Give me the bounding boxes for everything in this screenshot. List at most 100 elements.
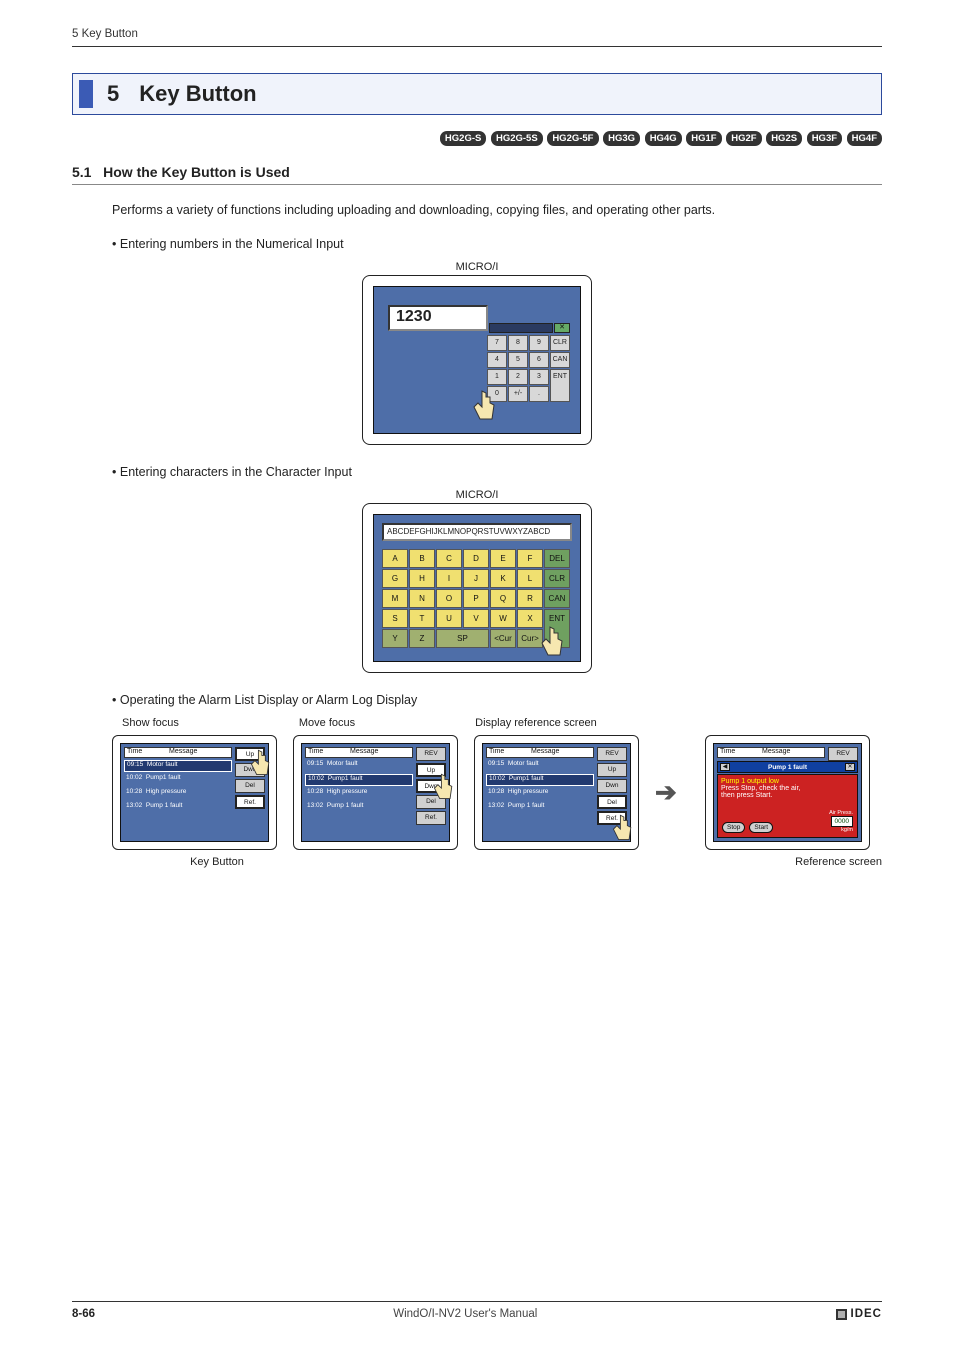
micro-label: MICRO/I bbox=[362, 489, 592, 501]
key-8[interactable]: 8 bbox=[508, 335, 528, 351]
key-H[interactable]: H bbox=[409, 569, 435, 588]
alarm-row-3[interactable]: 10:28 High pressure bbox=[124, 788, 232, 800]
hdr-time: Time bbox=[127, 748, 142, 755]
key-plusminus[interactable]: +/- bbox=[508, 386, 528, 402]
key-C[interactable]: C bbox=[436, 549, 462, 568]
key-T[interactable]: T bbox=[409, 609, 435, 628]
section-number: 5.1 bbox=[72, 164, 91, 180]
key-K[interactable]: K bbox=[490, 569, 516, 588]
key-5[interactable]: 5 bbox=[508, 352, 528, 368]
key-W[interactable]: W bbox=[490, 609, 516, 628]
key-9[interactable]: 9 bbox=[529, 335, 549, 351]
keypad-titlebar: ✕ bbox=[489, 323, 570, 333]
alarm-row-1[interactable]: 09:15 Motor fault bbox=[124, 760, 232, 772]
alarm-row-2[interactable]: 10:02 Pump1 fault bbox=[305, 774, 413, 786]
alarm-row-2[interactable]: 10:02 Pump1 fault bbox=[124, 774, 232, 786]
key-7[interactable]: 7 bbox=[487, 335, 507, 351]
alarm-header: Time Message bbox=[486, 747, 594, 758]
btn-ref[interactable]: Ref. bbox=[416, 811, 446, 825]
key-clr[interactable]: CLR bbox=[550, 335, 570, 351]
close-icon[interactable]: ✕ bbox=[554, 323, 570, 333]
key-cur-left[interactable]: <Cur bbox=[490, 629, 516, 648]
key-3[interactable]: 3 bbox=[529, 369, 549, 385]
btn-rev[interactable]: REV bbox=[597, 747, 627, 761]
hdr-message: Message bbox=[350, 748, 378, 755]
alarm-row-3[interactable]: 10:28 High pressure bbox=[305, 788, 413, 800]
alarm-row-4[interactable]: 13:02 Pump 1 fault bbox=[124, 802, 232, 814]
hdr-message: Message bbox=[531, 748, 559, 755]
badge: HG2G-S bbox=[440, 131, 486, 146]
section-title: How the Key Button is Used bbox=[103, 164, 290, 180]
close-icon[interactable]: ✕ bbox=[845, 763, 855, 771]
btn-dwn[interactable]: Dwn bbox=[597, 779, 627, 793]
label-move-focus: Move focus bbox=[299, 717, 355, 729]
key-Q[interactable]: Q bbox=[490, 589, 516, 608]
btn-stop[interactable]: Stop bbox=[722, 822, 745, 833]
badge: HG4G bbox=[645, 131, 682, 146]
key-D[interactable]: D bbox=[463, 549, 489, 568]
logo-square-icon bbox=[836, 1309, 847, 1320]
badge: HG2G-5F bbox=[547, 131, 598, 146]
alarm-header: Time Message bbox=[717, 747, 825, 758]
btn-del[interactable]: Del bbox=[597, 795, 627, 809]
key-A[interactable]: A bbox=[382, 549, 408, 568]
page-number: 8-66 bbox=[72, 1308, 95, 1320]
key-ent[interactable]: ENT bbox=[550, 369, 570, 402]
key-P[interactable]: P bbox=[463, 589, 489, 608]
device-character-input: ABCDEFGHIJKLMNOPQRSTUVWXYZABCD A B C D E… bbox=[362, 503, 592, 673]
alarm-device-1: Time Message Up Dwn Del Ref. 09:15 Motor… bbox=[112, 735, 277, 850]
key-M[interactable]: M bbox=[382, 589, 408, 608]
key-can[interactable]: CAN bbox=[550, 352, 570, 368]
running-head: 5 Key Button bbox=[72, 28, 882, 47]
alarm-step-labels: Show focus Move focus Display reference … bbox=[122, 717, 882, 729]
key-O[interactable]: O bbox=[436, 589, 462, 608]
btn-start[interactable]: Start bbox=[749, 822, 773, 833]
key-6[interactable]: 6 bbox=[529, 352, 549, 368]
alarm-row-1[interactable]: 09:15 Motor fault bbox=[486, 760, 594, 772]
key-G[interactable]: G bbox=[382, 569, 408, 588]
key-dot[interactable]: . bbox=[529, 386, 549, 402]
badge: HG3F bbox=[807, 131, 842, 146]
key-V[interactable]: V bbox=[463, 609, 489, 628]
key-L[interactable]: L bbox=[517, 569, 543, 588]
badge: HG2S bbox=[766, 131, 802, 146]
key-I[interactable]: I bbox=[436, 569, 462, 588]
alarm-row-3[interactable]: 10:28 High pressure bbox=[486, 788, 594, 800]
alarm-illustration-row: Time Message Up Dwn Del Ref. 09:15 Motor… bbox=[112, 735, 882, 850]
key-B[interactable]: B bbox=[409, 549, 435, 568]
character-display: ABCDEFGHIJKLMNOPQRSTUVWXYZABCD bbox=[382, 523, 572, 541]
key-E[interactable]: E bbox=[490, 549, 516, 568]
alarm-header: Time Message bbox=[124, 747, 232, 758]
key-CAN[interactable]: CAN bbox=[544, 589, 570, 608]
key-F[interactable]: F bbox=[517, 549, 543, 568]
alarm-row-4[interactable]: 13:02 Pump 1 fault bbox=[486, 802, 594, 814]
alarm-row-4[interactable]: 13:02 Pump 1 fault bbox=[305, 802, 413, 814]
btn-rev[interactable]: REV bbox=[416, 747, 446, 761]
key-1[interactable]: 1 bbox=[487, 369, 507, 385]
logo-text: IDEC bbox=[851, 1308, 882, 1320]
key-R[interactable]: R bbox=[517, 589, 543, 608]
key-U[interactable]: U bbox=[436, 609, 462, 628]
key-CLR[interactable]: CLR bbox=[544, 569, 570, 588]
ref-content: Pump 1 output low Press Stop, check the … bbox=[717, 774, 858, 838]
key-2[interactable]: 2 bbox=[508, 369, 528, 385]
device-badges: HG2G-S HG2G-5S HG2G-5F HG3G HG4G HG1F HG… bbox=[72, 129, 882, 146]
label-display-ref: Display reference screen bbox=[475, 717, 597, 729]
key-Y[interactable]: Y bbox=[382, 629, 408, 648]
alarm-row-2[interactable]: 10:02 Pump1 fault bbox=[486, 774, 594, 786]
key-N[interactable]: N bbox=[409, 589, 435, 608]
key-S[interactable]: S bbox=[382, 609, 408, 628]
key-SP[interactable]: SP bbox=[436, 629, 489, 648]
key-4[interactable]: 4 bbox=[487, 352, 507, 368]
chapter-title: Key Button bbox=[139, 81, 256, 107]
key-Z[interactable]: Z bbox=[409, 629, 435, 648]
hdr-message: Message bbox=[762, 748, 790, 755]
btn-rev-mini[interactable]: REV bbox=[828, 747, 858, 761]
btn-ref[interactable]: Ref. bbox=[235, 795, 265, 809]
btn-up[interactable]: Up bbox=[597, 763, 627, 777]
key-DEL[interactable]: DEL bbox=[544, 549, 570, 568]
key-J[interactable]: J bbox=[463, 569, 489, 588]
alarm-row-1[interactable]: 09:15 Motor fault bbox=[305, 760, 413, 772]
bullet-alarm: Operating the Alarm List Display or Alar… bbox=[112, 693, 882, 707]
back-icon[interactable]: ◀ bbox=[720, 763, 730, 771]
